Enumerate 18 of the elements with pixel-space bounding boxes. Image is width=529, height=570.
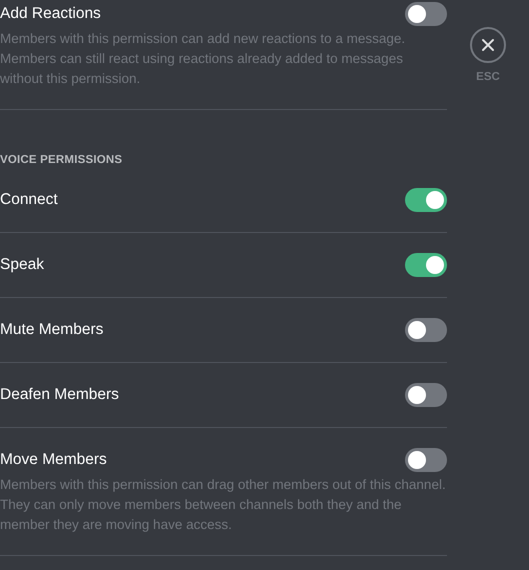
permission-title: Connect: [0, 190, 58, 210]
section-header: VOICE PERMISSIONS: [0, 153, 124, 168]
close-icon: [481, 38, 495, 52]
permission-title: Mute Members: [0, 320, 104, 340]
permission-title: Move Members: [0, 450, 107, 470]
permission-title: Deafen Members: [0, 385, 119, 405]
toggle-switch[interactable]: [405, 383, 447, 407]
toggle-switch[interactable]: [405, 2, 447, 26]
close-button[interactable]: [470, 27, 506, 63]
permission-title: Speak: [0, 255, 44, 275]
permission-description: Members with this permission can drag other members out of this channel. They can only move members between channels both they and the member they are moving have access.: [0, 476, 447, 534]
permission-title: Add Reactions: [0, 4, 101, 24]
toggle-switch[interactable]: [405, 188, 447, 212]
toggle-switch[interactable]: [405, 448, 447, 472]
toggle-switch[interactable]: [405, 318, 447, 342]
permission-description: Members with this permission can add new reactions to a message. Members can still react using reactions already added to messages without this permission.: [0, 30, 406, 88]
close-shortcut-label: ESC: [476, 70, 500, 85]
toggle-switch[interactable]: [405, 253, 447, 277]
